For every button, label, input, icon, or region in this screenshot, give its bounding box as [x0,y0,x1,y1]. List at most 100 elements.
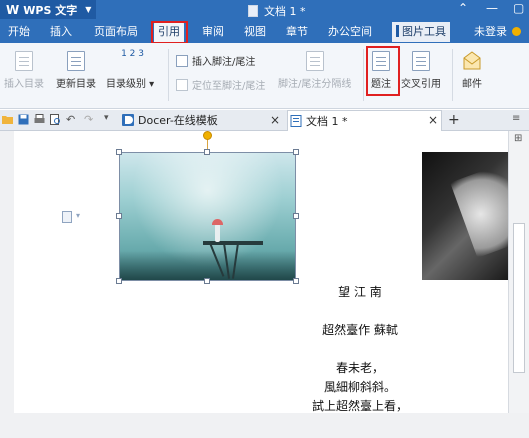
folder-icon[interactable] [2,114,13,125]
tab-marker [396,25,399,37]
mail-icon [463,51,481,71]
caption-label: 题注 [371,79,391,90]
undo-icon[interactable]: ↶ [66,113,77,126]
poem-line: 風細柳斜斜。 [323,380,396,394]
caption-icon [372,51,390,71]
footnote-separator-label: 脚注/尾注分隔线 [278,79,352,90]
insert-footnote-label: 插入脚注/尾注 [192,57,256,68]
goto-footnote-button[interactable]: 定位至脚注/尾注 [176,77,265,92]
tab-page-layout[interactable]: 页面布局 [90,22,142,42]
docer-icon [122,114,134,126]
resize-handle[interactable] [116,149,122,155]
tab-menu-icon[interactable]: ≡ [512,113,523,124]
collapse-icon[interactable]: ⌃ [458,1,468,15]
document-icon [248,5,258,17]
redo-icon[interactable]: ↷ [84,113,95,126]
resize-handle[interactable] [116,213,122,219]
menu-tab-bar: 开始 插入 页面布局 引用 审阅 视图 章节 办公空间 图片工具 未登录 [0,19,529,43]
scroll-thumb[interactable] [513,223,525,373]
vertical-scrollbar[interactable]: ⊞ [508,131,529,413]
hand-image[interactable] [422,152,508,280]
rotate-handle[interactable] [203,131,212,140]
save-icon[interactable] [18,114,29,125]
resize-handle[interactable] [293,213,299,219]
document-tab-bar: ↶ ↷ ▾ Docer-在线模板 × 文档 1 * × + ≡ [0,110,529,131]
preview-icon[interactable] [50,114,61,125]
login-link[interactable]: 未登录 [474,22,507,42]
chevron-down-icon[interactable]: ▾ [76,211,80,220]
insert-toc-button[interactable]: 插入目录 [4,51,44,90]
poem-author: 超然臺作 蘇軾 [322,323,398,337]
docer-tab-label: Docer-在线模板 [138,114,218,127]
caption-button[interactable]: 题注 [371,51,391,90]
separator-icon [305,51,324,71]
app-menu-button[interactable]: W WPS 文字 ▼ [0,0,96,19]
ribbon-divider [168,49,169,101]
chevron-down-icon: ▼ [85,5,92,14]
insert-footnote-button[interactable]: 插入脚注/尾注 [176,53,255,68]
resize-handle[interactable] [204,278,210,284]
poem-line: 試上超然臺上看， [311,399,408,413]
resize-handle[interactable] [204,149,210,155]
page-gutter [0,131,14,413]
tab-section[interactable]: 章节 [282,22,312,42]
title-bar: W WPS 文字 ▼ 文档 1 * ⌃ — ▢ [0,0,529,19]
resize-handle[interactable] [116,278,122,284]
poem-line: 春未老， [335,361,384,375]
tab-picture-tools[interactable]: 图片工具 [392,22,450,42]
update-toc-button[interactable]: 更新目录 [56,51,96,90]
image-selection-frame [119,152,296,281]
page-bottom-margin [0,413,529,438]
ribbon-divider [363,49,364,101]
chevron-down-icon: ▾ [146,79,155,90]
document-tab-label: 文档 1 * [306,115,348,128]
paragraph-layout-icon[interactable] [62,211,72,223]
tab-office-space[interactable]: 办公空间 [324,22,376,42]
footnote-separator-button[interactable]: 脚注/尾注分隔线 [278,51,351,90]
tab-docer-templates[interactable]: Docer-在线模板 [120,110,285,131]
tab-references[interactable]: 引用 [154,22,184,42]
document-page[interactable]: ▾ 望 江 南 超然臺作 蘇軾 春未老， 風細柳斜斜。 試上超然臺上看， [0,131,508,413]
chevron-down-icon[interactable]: ▾ [104,113,115,124]
window-title: 文档 1 * [248,3,306,19]
goto-footnote-label: 定位至脚注/尾注 [192,81,266,92]
window-title-text: 文档 1 * [264,5,306,18]
tab-document-1[interactable]: 文档 1 * [287,110,442,131]
account-icon[interactable] [512,27,521,36]
toc-level-label: 目录级别 [106,79,146,90]
resize-handle[interactable] [293,149,299,155]
tab-view[interactable]: 视图 [240,22,270,42]
poem-title: 望 江 南 [338,285,382,299]
tab-picture-tools-label: 图片工具 [402,25,446,38]
mail-label: 邮件 [462,79,482,90]
ribbon-divider [452,49,453,101]
page-tools-icon[interactable]: ⊞ [514,133,522,144]
document-area: ▾ 望 江 南 超然臺作 蘇軾 春未老， 風細柳斜斜。 試上超然臺上看， ⊞ [0,131,529,438]
toc-icon [15,51,33,71]
cross-reference-button[interactable]: 交叉引用 [401,51,441,90]
cross-reference-icon [412,51,430,71]
numbered-list-icon: 1 2 3 [121,49,144,59]
close-icon[interactable]: × [270,110,280,131]
print-icon[interactable] [34,114,45,125]
tab-insert[interactable]: 插入 [46,22,76,42]
goto-footnote-icon [176,78,188,91]
minimize-icon[interactable]: — [486,1,498,15]
close-icon[interactable]: × [428,110,438,131]
footnote-icon [176,54,188,67]
word-document-icon [290,115,302,127]
insert-toc-label: 插入目录 [4,79,44,90]
new-tab-button[interactable]: + [448,110,460,131]
refresh-toc-icon [67,51,85,71]
tab-start[interactable]: 开始 [4,22,34,42]
tab-review[interactable]: 审阅 [198,22,228,42]
wps-logo-icon: W [6,2,20,17]
app-name: WPS 文字 [23,3,78,17]
update-toc-label: 更新目录 [56,79,96,90]
toc-level-button[interactable]: 1 2 3 目录级别 ▾ [106,49,155,91]
cross-reference-label: 交叉引用 [401,79,441,90]
ribbon: 插入目录 更新目录 1 2 3 目录级别 ▾ 插入脚注/尾注 定位至脚注/尾注 … [0,43,529,109]
maximize-icon[interactable]: ▢ [513,1,524,15]
mail-button[interactable]: 邮件 [462,51,482,90]
image-hand [450,162,508,258]
